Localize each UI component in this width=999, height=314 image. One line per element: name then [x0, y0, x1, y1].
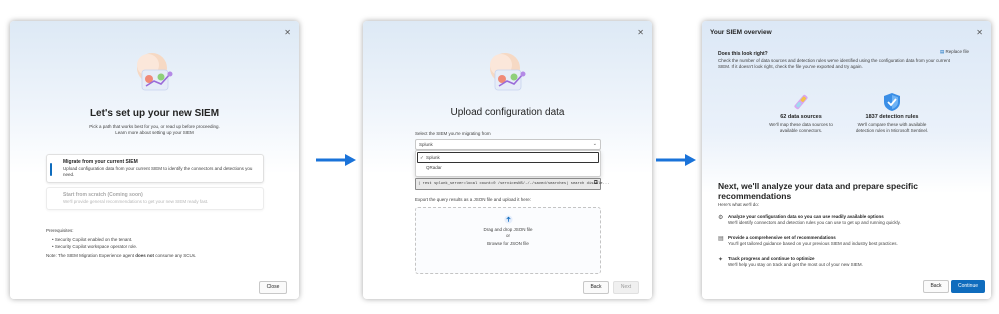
query-box[interactable]: | rest splunk_server=local count=0 /serv… — [415, 178, 609, 190]
next-button[interactable]: Next — [613, 281, 639, 294]
connector-icon — [794, 94, 808, 110]
close-icon[interactable]: ✕ — [976, 28, 983, 37]
copy-icon[interactable]: ⧉ — [594, 180, 598, 187]
setup-dialog: ✕ Let's set up your new SIEM Pick a path… — [10, 21, 299, 299]
prereq-item: • Security Copilot enabled on the tenant… — [52, 237, 133, 242]
siem-select-label: Select the SIEM you're migrating from — [415, 131, 491, 136]
upload-illustration — [490, 53, 526, 91]
query-text: | rest splunk_server=local count=0 /serv… — [418, 181, 610, 186]
checkmark-icon: ✓ — [420, 155, 424, 160]
setup-illustration — [137, 53, 173, 91]
dropdown-option-splunk[interactable]: ✓ Splunk — [417, 152, 599, 163]
data-sources-desc: We'll map these data sources to availabl… — [769, 122, 833, 133]
arrow-right-icon — [656, 154, 696, 166]
continue-button[interactable]: Continue — [951, 280, 985, 293]
migrate-option-desc: Upload configuration data from your curr… — [63, 166, 253, 177]
note-text: Note: The SIEM Migration Experience agen… — [46, 253, 197, 258]
overview-intro: Check the number of data sources and det… — [718, 58, 950, 69]
whats-next-label: Here's what we'll do: — [718, 202, 759, 207]
scratch-option-title: Start from scratch (Coming soon) — [63, 192, 143, 198]
shield-check-icon — [884, 93, 900, 111]
analyze-icon: ⚙ — [718, 215, 724, 221]
detection-rules-desc: We'll compare these with available detec… — [855, 122, 929, 133]
siem-select[interactable]: Splunk ⌄ — [415, 139, 601, 150]
close-icon[interactable]: ✕ — [637, 28, 644, 37]
document-icon: ▤ — [718, 236, 724, 242]
sparkle-icon: ✦ — [718, 257, 724, 263]
file-drop-zone[interactable]: Drag and drop JSON file or Browse for JS… — [415, 207, 601, 274]
page-title: Let's set up your new SIEM — [89, 108, 220, 119]
prereq-label: Prerequisites: — [46, 228, 74, 233]
upload-dialog: ✕ Upload configuration data Select the S… — [363, 21, 652, 299]
or-text: or — [505, 233, 510, 238]
scratch-option-card: Start from scratch (Coming soon) We'll p… — [46, 187, 264, 210]
prereq-item: • Security Copilot workspace operator ro… — [52, 244, 138, 249]
siem-select-value: Splunk — [419, 142, 433, 147]
migrate-option-card[interactable]: Migrate from your current SIEM Upload co… — [46, 154, 264, 183]
browse-link[interactable]: Browse for JSON file — [416, 241, 600, 247]
close-button[interactable]: Close — [259, 281, 287, 294]
dialog-header: Your SIEM overview — [710, 29, 772, 36]
replace-file-button[interactable]: ▤ Replace file — [940, 49, 969, 55]
next-steps-title: Next, we'll analyze your data and prepar… — [718, 181, 918, 201]
siem-dropdown-list: ✓ Splunk QRadar — [415, 150, 601, 177]
detection-rules-count: 1837 detection rules — [865, 114, 919, 120]
close-icon[interactable]: ✕ — [284, 28, 291, 37]
migrate-option-title: Migrate from your current SIEM — [63, 159, 138, 165]
upload-icon — [504, 215, 513, 224]
learn-more-link[interactable]: Learn more about setting up your SIEM — [10, 130, 299, 136]
chevron-down-icon: ⌄ — [592, 141, 597, 147]
document-icon: ▤ — [940, 49, 945, 54]
confirm-question: Does this look right? — [718, 51, 768, 57]
back-button[interactable]: Back — [583, 281, 609, 294]
data-sources-count: 62 data sources — [780, 114, 822, 120]
scratch-option-desc: We'll provide general recommendations to… — [63, 199, 209, 204]
page-title: Upload configuration data — [450, 107, 565, 118]
export-instructions: Export the query results as a JSON file … — [415, 197, 532, 202]
dropdown-option-qradar[interactable]: QRadar — [426, 165, 442, 171]
back-button[interactable]: Back — [923, 280, 949, 293]
overview-dialog: ✕ Your SIEM overview Does this look righ… — [702, 21, 991, 299]
arrow-right-icon — [316, 154, 356, 166]
